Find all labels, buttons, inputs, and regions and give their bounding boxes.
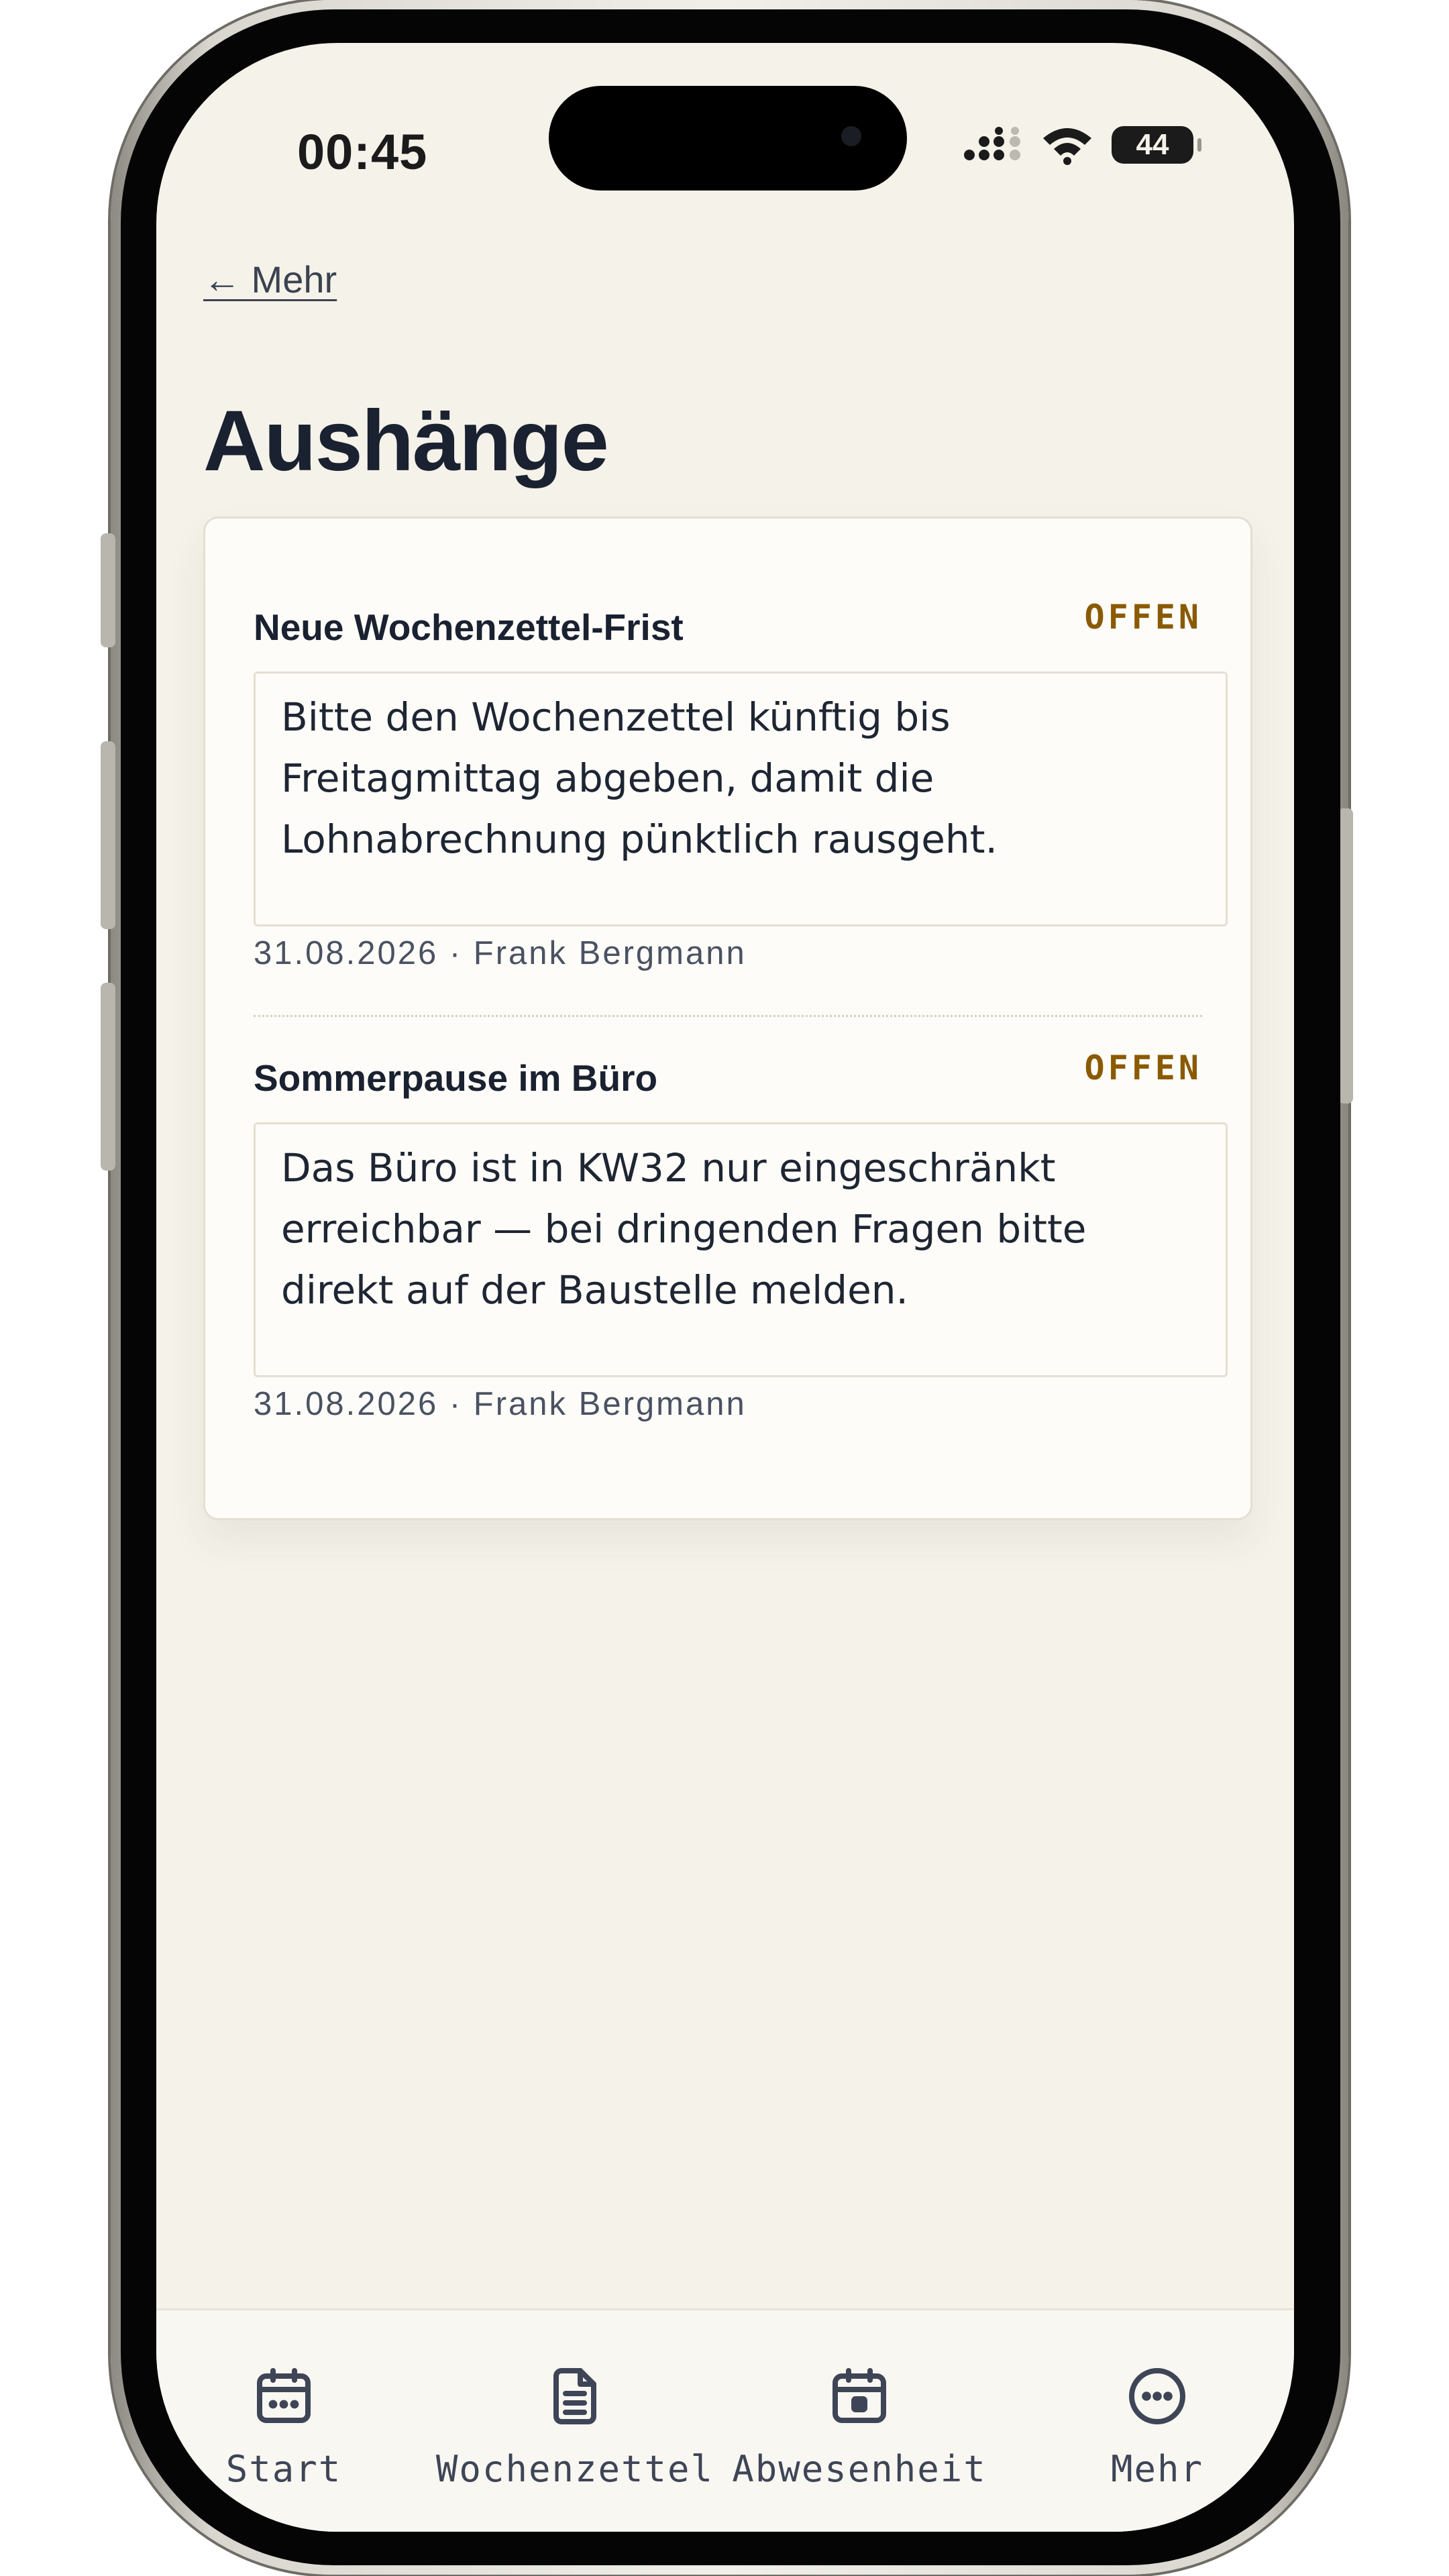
page-title: Aushänge bbox=[203, 393, 609, 489]
power-button bbox=[1338, 808, 1353, 1104]
notice-meta: 31.08.2026 · Frank Bergmann bbox=[254, 935, 747, 971]
status-icons: 44 bbox=[963, 125, 1201, 165]
app-screen: 00:45 44 ← Mehr Aushänge Neue Wochenzett… bbox=[156, 43, 1294, 2532]
notices-card: Neue Wochenzettel-Frist OFFEN Bitte den … bbox=[203, 517, 1252, 1520]
more-circle-icon bbox=[1129, 2368, 1185, 2424]
notice-body: Das Büro ist in KW32 nur eingeschränkt e… bbox=[254, 1122, 1228, 1377]
notice-body-line: Bitte den Wochenzettel künftig bis bbox=[281, 694, 951, 740]
battery-icon: 44 bbox=[1112, 126, 1201, 164]
tab-label: Mehr bbox=[1110, 2448, 1204, 2490]
tab-label: Wochenzettel bbox=[435, 2448, 714, 2490]
notice-meta: 31.08.2026 · Frank Bergmann bbox=[254, 1386, 747, 1422]
notice-title: Neue Wochenzettel-Frist bbox=[254, 606, 684, 648]
notice-body: Bitte den Wochenzettel künftig bis Freit… bbox=[254, 672, 1228, 926]
notice-divider bbox=[254, 1015, 1202, 1017]
action-button bbox=[101, 533, 115, 647]
battery-level: 44 bbox=[1136, 128, 1169, 161]
tab-bar: Start Wochenzettel Abwesenheit Mehr bbox=[156, 2308, 1294, 2532]
back-link-mehr[interactable]: ← Mehr bbox=[203, 258, 337, 301]
notice-body-line: direkt auf der Baustelle melden. bbox=[281, 1267, 908, 1313]
document-icon bbox=[553, 2368, 596, 2424]
notice-body-line: erreichbar — bei dringenden Fragen bitte bbox=[281, 1206, 1087, 1252]
dynamic-island bbox=[549, 86, 907, 191]
notice-body-line: Freitagmittag abgeben, damit die bbox=[281, 755, 934, 801]
wifi-icon bbox=[1043, 128, 1091, 165]
notice-body-line: Das Büro ist in KW32 nur eingeschränkt bbox=[281, 1145, 1056, 1191]
notice-title: Sommerpause im Büro bbox=[254, 1057, 658, 1099]
notice-body-line: Lohnabrechnung pünktlich rausgeht. bbox=[281, 816, 998, 862]
status-badge: OFFEN bbox=[1084, 598, 1202, 637]
status-badge: OFFEN bbox=[1084, 1049, 1202, 1087]
calendar-grid-icon bbox=[257, 2368, 311, 2423]
tab-label: Abwesenheit bbox=[732, 2448, 987, 2490]
status-time: 00:45 bbox=[297, 124, 428, 180]
volume-up-button bbox=[101, 741, 115, 929]
camera-icon bbox=[841, 126, 861, 146]
volume-down-button bbox=[101, 983, 115, 1171]
cellular-signal-icon bbox=[964, 127, 1020, 160]
tab-label: Start bbox=[225, 2448, 342, 2490]
calendar-day-icon bbox=[833, 2368, 886, 2423]
